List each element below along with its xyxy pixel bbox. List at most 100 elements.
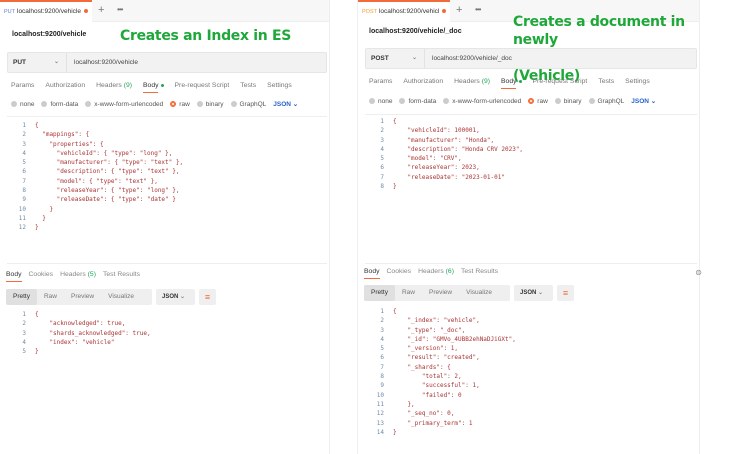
body-format-select[interactable]: JSON ⌄ (273, 100, 298, 108)
active-dot-icon (160, 83, 164, 87)
radio-binary[interactable]: binary (554, 98, 582, 105)
tab-test-results[interactable]: Test Results (103, 271, 140, 278)
method-select[interactable]: POST ⌄ (366, 49, 425, 68)
tab-headers[interactable]: Headers (9) (96, 82, 132, 89)
radio-form-data[interactable]: form-data (41, 101, 78, 108)
tab-tests[interactable]: Tests (240, 82, 256, 89)
code-line: 6 "description": { "type": "text" }, (7, 167, 183, 176)
tab-response-body[interactable]: Body (364, 268, 380, 279)
radio-urlencoded[interactable]: x-www-form-urlencoded (85, 101, 163, 108)
radio-label: GraphQL (239, 100, 267, 108)
code-line-text: "releaseDate": "2023-01-01" (393, 173, 505, 181)
method-select[interactable]: PUT ⌄ (8, 53, 67, 72)
url-input[interactable]: localhost:9200/vehicle (74, 59, 138, 66)
code-line: 11 }, (365, 400, 516, 409)
code-line-text: { (393, 308, 397, 315)
tab-cookies[interactable]: Cookies (29, 271, 54, 278)
view-pretty[interactable]: Pretty (364, 285, 395, 301)
code-line: 14} (365, 428, 516, 437)
code-line: 7 "_shards": { (365, 363, 516, 372)
tab-label: localhost:9200/vehicl (378, 8, 440, 15)
unsaved-dot-icon (442, 9, 447, 14)
line-number: 8 (22, 187, 26, 195)
radio-graphql[interactable]: GraphQL (588, 98, 624, 105)
view-preview[interactable]: Preview (64, 289, 101, 305)
globe-icon[interactable]: ⊜ (695, 268, 702, 277)
radio-form-data[interactable]: form-data (399, 98, 436, 105)
radio-binary[interactable]: binary (196, 100, 224, 108)
radio-label: none (20, 100, 35, 108)
radio-none[interactable]: none (11, 101, 34, 108)
response-format-select[interactable]: JSON ⌄ (514, 285, 553, 301)
code-line: 2 "_index": "vehicle", (365, 316, 516, 325)
radio-icon (85, 100, 92, 107)
tab-response-headers[interactable]: Headers (6) (418, 268, 454, 275)
annotation: Creates an Index in ES (120, 28, 292, 44)
chevron-down-icon: ⌄ (53, 59, 59, 65)
new-tab-plus-icon[interactable]: + (98, 4, 104, 16)
tab-pre-request-script[interactable]: Pre-request Script (533, 78, 588, 85)
tab-cookies[interactable]: Cookies (387, 268, 412, 275)
tab-tests[interactable]: Tests (598, 78, 614, 85)
radio-label: binary (205, 100, 224, 108)
radio-selected-icon (528, 97, 535, 104)
code-lines: 1{2 "mappings": {3 "properties": {4 "veh… (7, 121, 183, 233)
tab-body[interactable]: Body (501, 78, 522, 89)
tab-settings[interactable]: Settings (267, 82, 292, 89)
code-line: 1{ (7, 310, 151, 319)
tab-response-body[interactable]: Body (6, 271, 22, 282)
wrap-lines-icon[interactable]: ≡ (557, 285, 574, 301)
radio-graphql[interactable]: GraphQL (230, 100, 267, 108)
tab-body[interactable]: Body (143, 82, 164, 93)
request-tabs: Params Authorization Headers (9) Body Pr… (369, 78, 650, 89)
tab-headers[interactable]: Headers (9) (454, 78, 490, 85)
tab-test-results[interactable]: Test Results (461, 268, 498, 275)
view-raw[interactable]: Raw (395, 285, 422, 301)
code-line-text: } (35, 348, 39, 356)
radio-urlencoded[interactable]: x-www-form-urlencoded (443, 98, 521, 105)
chevron-down-icon: ⌄ (292, 101, 299, 108)
tab-authorization[interactable]: Authorization (403, 78, 443, 85)
radio-none[interactable]: none (369, 98, 392, 105)
tab-params[interactable]: Params (369, 78, 392, 85)
tab-params[interactable]: Params (11, 82, 34, 89)
url-input[interactable]: localhost:9200/vehicle/_doc (432, 55, 512, 62)
new-tab-plus-icon[interactable]: + (456, 4, 462, 16)
code-line: 12 "_seq_no": 0, (365, 409, 516, 418)
code-line: 8 "releaseYear": { "type": "long" }, (7, 186, 183, 195)
more-options-icon[interactable]: ••• (117, 5, 123, 14)
line-number: 12 (18, 224, 26, 232)
radio-raw[interactable]: raw (170, 100, 190, 108)
format-value: JSON (162, 294, 179, 300)
code-lines: 1{2 "vehicleId": 100001, 3 "manufacturer"… (365, 117, 523, 191)
tab-bar: PUT localhost:9200/vehicle + ••• (0, 0, 329, 22)
radio-label: form-data (50, 100, 79, 108)
request-body-editor[interactable]: 1{2 "vehicleId": 100001, 3 "manufacturer"… (365, 114, 697, 264)
wrap-lines-icon[interactable]: ≡ (199, 289, 216, 305)
request-tab[interactable]: PUT localhost:9200/vehicle (0, 0, 92, 22)
view-preview[interactable]: Preview (422, 285, 459, 301)
line-number: 6 (380, 354, 384, 362)
radio-raw[interactable]: raw (528, 97, 548, 105)
body-format-select[interactable]: JSON ⌄ (631, 97, 656, 105)
tab-pre-request-script[interactable]: Pre-request Script (175, 82, 230, 89)
response-format-select[interactable]: JSON ⌄ (156, 289, 195, 305)
tab-settings[interactable]: Settings (625, 78, 650, 85)
tab-authorization[interactable]: Authorization (45, 82, 85, 89)
more-options-icon[interactable]: ••• (475, 5, 481, 14)
tab-response-headers[interactable]: Headers (5) (60, 271, 96, 278)
view-raw[interactable]: Raw (37, 289, 64, 305)
code-line-text: "_primary_term": 1 (393, 419, 473, 427)
line-number: 7 (380, 173, 384, 181)
code-line-text: "_id": "GMVo_4UBB2ehNaDJiGXt", (393, 335, 516, 343)
view-visualize[interactable]: Visualize (459, 285, 499, 301)
line-number: 5 (380, 345, 384, 353)
code-line-text: { (35, 122, 39, 129)
radio-selected-icon (170, 100, 177, 107)
view-visualize[interactable]: Visualize (101, 289, 141, 305)
view-pretty[interactable]: Pretty (6, 289, 37, 305)
request-tab[interactable]: POST localhost:9200/vehicl (358, 0, 450, 22)
code-line: 1{ (365, 307, 516, 316)
request-body-editor[interactable]: 1{2 "mappings": {3 "properties": {4 "veh… (7, 116, 327, 264)
code-line-text: "model": "CRV", (393, 155, 462, 163)
